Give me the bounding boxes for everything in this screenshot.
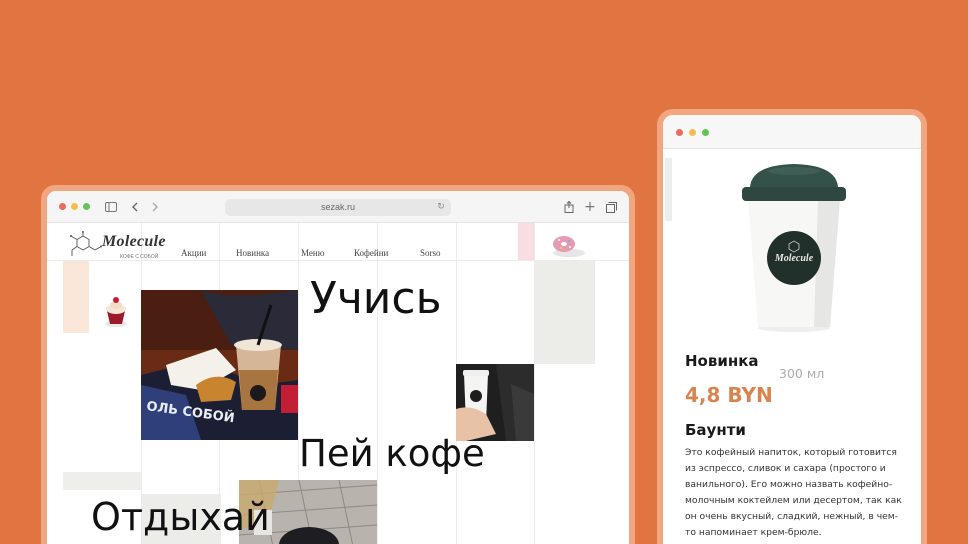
nav-item-coffee-shops[interactable]: Кофейни (354, 248, 388, 258)
nav-item-new[interactable]: Новинка (236, 248, 269, 258)
new-tab-icon[interactable]: + (582, 199, 598, 215)
product-badge-new: Новинка (685, 352, 759, 370)
decor-gray-block (535, 260, 595, 364)
minimize-window-button[interactable] (71, 203, 78, 210)
mobile-browser-window: Molecule Новинка 300 мл 4,8 BYN Баунти Э… (663, 115, 921, 544)
nav-item-sorso[interactable]: Sorso (420, 248, 441, 258)
address-bar[interactable]: sezak.ru ↻ (225, 199, 451, 216)
desktop-browser-window: sezak.ru ↻ + Molecule КОФЕ С СОБОЙ Акции… (47, 191, 629, 544)
headline-drink-coffee: Пей кофе (299, 432, 485, 475)
cafe-table-photo: ОЛЬ СОБОЙ (141, 290, 298, 440)
coffee-cup-image: Molecule (738, 161, 850, 333)
maximize-window-button[interactable] (702, 129, 709, 136)
logo-icon[interactable] (69, 231, 105, 259)
close-window-button[interactable] (59, 203, 66, 210)
product-description: Это кофейный напиток, который готовится … (685, 447, 902, 538)
product-name: Баунти (685, 421, 746, 439)
logo-tagline: КОФЕ С СОБОЙ (120, 254, 159, 260)
product-price: 4,8 BYN (685, 383, 773, 407)
minimize-window-button[interactable] (689, 129, 696, 136)
cupcake-image (103, 295, 129, 327)
sidebar-icon[interactable] (103, 199, 119, 215)
headline-rest: Отдыхай (91, 495, 270, 539)
headline-learn: Учись (310, 273, 442, 324)
browser-toolbar: sezak.ru ↻ + (47, 191, 629, 223)
decor-gray-strip (63, 472, 141, 490)
nav-item-promotions[interactable]: Акции (181, 248, 206, 258)
maximize-window-button[interactable] (83, 203, 90, 210)
decor-pink-block (518, 223, 534, 260)
tabs-icon[interactable] (603, 199, 619, 215)
product-volume: 300 мл (779, 366, 825, 381)
address-text: sezak.ru (320, 202, 355, 212)
grid-line (377, 223, 378, 544)
cup-logo-text: Molecule (774, 253, 814, 264)
reload-icon[interactable]: ↻ (435, 199, 447, 216)
share-icon[interactable] (561, 199, 577, 215)
donut-image (549, 231, 587, 259)
logo-wordmark[interactable]: Molecule (102, 233, 166, 251)
hand-holding-cup-photo (456, 364, 534, 441)
decor-gray-strip (665, 158, 672, 221)
sezak-website: Molecule КОФЕ С СОБОЙ Акции Новинка Меню… (47, 223, 629, 544)
nav-item-menu[interactable]: Меню (301, 248, 324, 258)
decor-peach-block (63, 261, 89, 333)
back-icon[interactable] (127, 199, 143, 215)
forward-icon[interactable] (147, 199, 163, 215)
close-window-button[interactable] (676, 129, 683, 136)
mobile-toolbar (663, 115, 921, 149)
